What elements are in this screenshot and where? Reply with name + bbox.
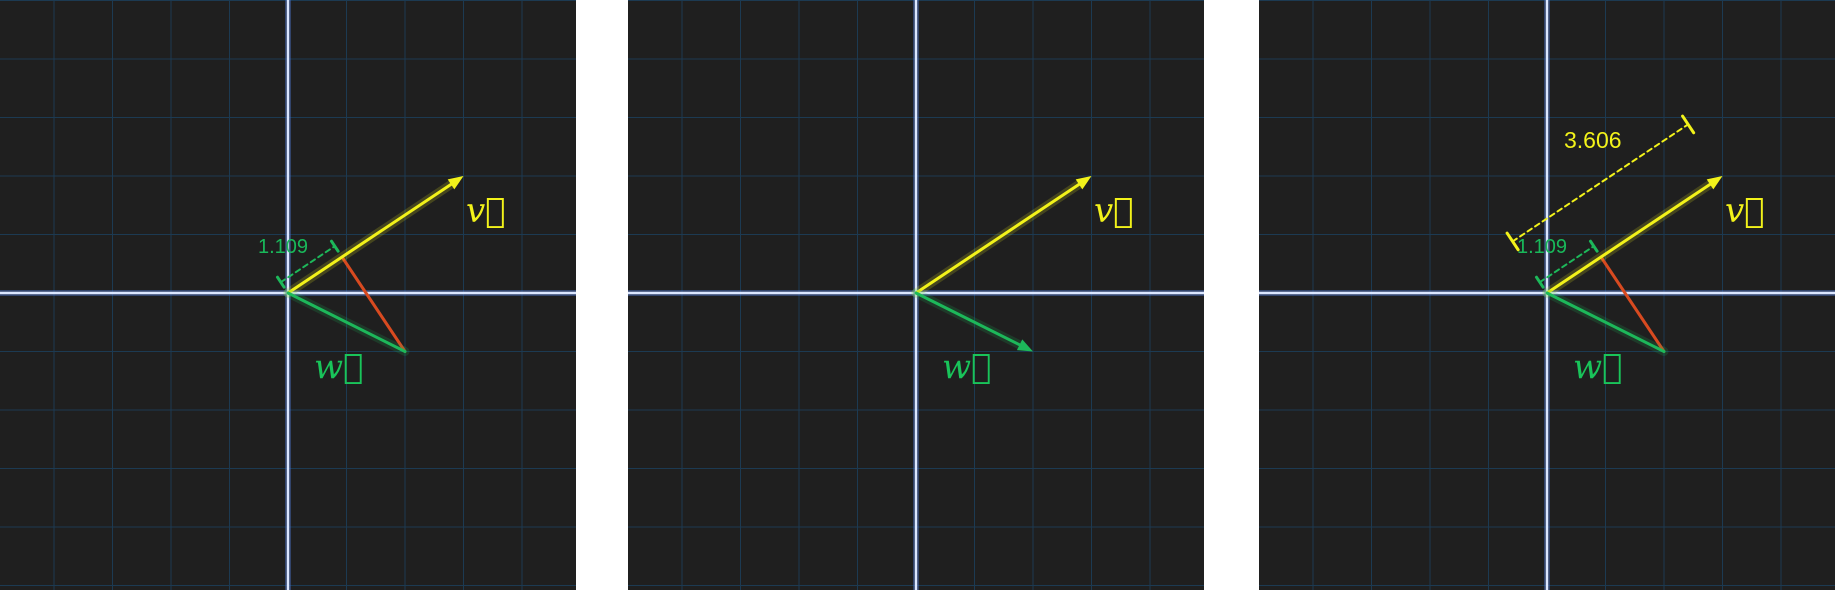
vector-v-label: v⃗ xyxy=(466,191,506,231)
vector-w-arrow xyxy=(914,291,1022,347)
vector-v-label: v⃗ xyxy=(1725,191,1765,231)
panel-projection-length: 1.109 3.606 v⃗ w⃗ xyxy=(1259,0,1835,590)
vector-w-label: w⃗ xyxy=(942,347,992,387)
coordinate-plane-2: v⃗ w⃗ xyxy=(628,0,1204,590)
projection-measure-tick-end xyxy=(329,239,340,253)
projection-measure-tick-start xyxy=(1534,275,1545,289)
vector-v-label: v⃗ xyxy=(1094,191,1134,231)
vector-v-length-label: 3.606 xyxy=(1564,127,1622,153)
coordinate-plane-1: 1.109 v⃗ w⃗ xyxy=(0,0,576,590)
vector-v-arrow xyxy=(914,182,1081,295)
panel-vectors: v⃗ w⃗ xyxy=(628,0,1204,590)
coordinate-plane-3: 1.109 3.606 v⃗ w⃗ xyxy=(1259,0,1835,590)
vector-w-label: w⃗ xyxy=(314,347,364,387)
vector-v-length-measure-tick-end xyxy=(1681,114,1696,135)
panel-projection: 1.109 v⃗ w⃗ xyxy=(0,0,576,590)
projection-length-label: 1.109 xyxy=(258,236,308,258)
projection-measure-tick-end xyxy=(1588,239,1599,253)
vector-w-label: w⃗ xyxy=(1573,347,1623,387)
projection-length-label: 1.109 xyxy=(1517,236,1567,258)
vector-v-arrow xyxy=(286,182,453,295)
vector-v-arrow xyxy=(1545,182,1712,295)
projection-measure-tick-start xyxy=(275,275,286,289)
